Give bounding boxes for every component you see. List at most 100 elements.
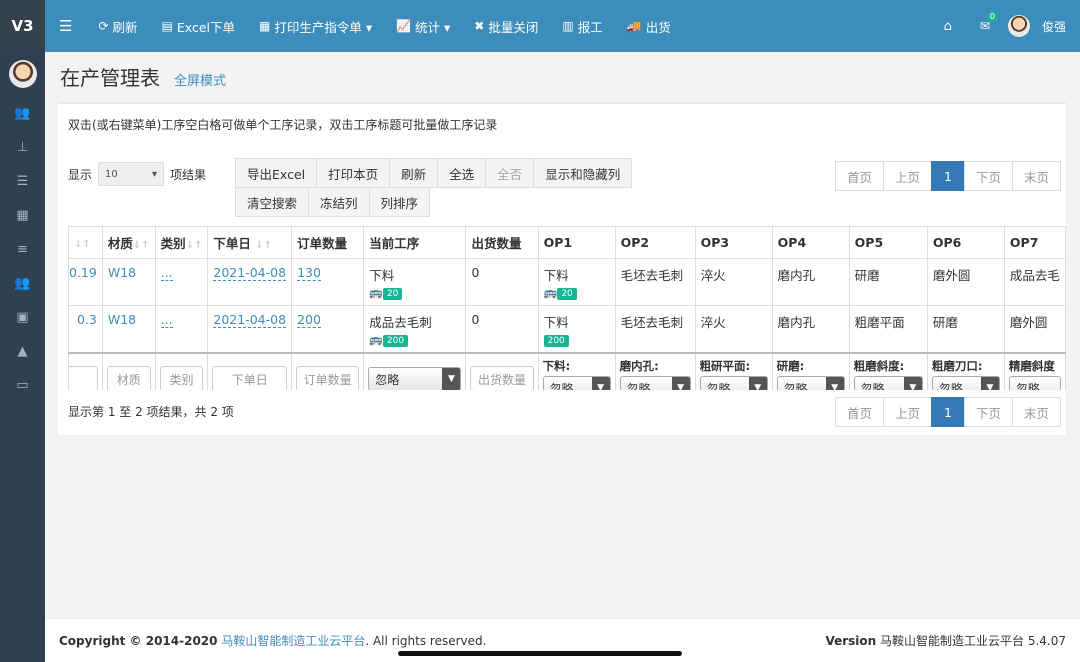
col-header-category[interactable]: 类别↓↑ xyxy=(154,226,209,259)
cell-op6[interactable]: 磨外圆 xyxy=(926,258,1005,306)
select-none-button[interactable]: 全否 xyxy=(485,158,535,188)
cell-op5[interactable]: 研磨 xyxy=(848,258,928,306)
user-avatar[interactable] xyxy=(1007,15,1030,37)
cell-op3[interactable]: 淬火 xyxy=(694,305,773,354)
print-order-dropdown[interactable]: ▦ 打印生产指令单 ▾ xyxy=(247,17,384,36)
cell-order-date[interactable]: 2021-04-08 xyxy=(207,305,293,354)
fullscreen-link[interactable]: 全屏模式 xyxy=(174,70,226,89)
filter-material-input[interactable]: 材质 xyxy=(106,366,151,390)
col-header-order-date[interactable]: 下单日 ↓↑ xyxy=(207,226,293,259)
sitemap-icon[interactable]: ⊥ xyxy=(0,130,45,164)
statistics-dropdown[interactable]: 📈 统计 ▾ xyxy=(384,17,462,36)
cell-op6[interactable]: 研磨 xyxy=(926,305,1005,354)
current-page-button[interactable]: 1 xyxy=(931,397,965,427)
col-header-shipped-qty[interactable]: 出货数量 xyxy=(465,226,539,259)
chart-icon[interactable]: ▲ xyxy=(0,334,45,368)
next-page-button[interactable]: 下页 xyxy=(963,397,1013,427)
filter-op4-select[interactable]: 忽略 ▼ xyxy=(776,376,845,390)
col-header-op1[interactable]: OP1 xyxy=(537,226,616,259)
cell-category[interactable]: ... xyxy=(154,258,209,306)
reload-button[interactable]: 刷新 xyxy=(389,158,439,188)
filter-op5-select[interactable]: 忽略 ▼ xyxy=(853,376,923,390)
filter-op2-select[interactable]: 忽略 ▼ xyxy=(619,376,691,390)
prev-page-button[interactable]: 上页 xyxy=(883,397,933,427)
cell-order-date[interactable]: 2021-04-08 xyxy=(207,258,293,306)
cell-op7[interactable]: 磨外圆 xyxy=(1003,305,1066,354)
col-header-op5[interactable]: OP5 xyxy=(848,226,928,259)
filter-date-input[interactable]: 下单日 xyxy=(212,366,288,390)
cell-current-process[interactable]: 下料 🚌 20 xyxy=(363,258,467,306)
batch-close-button[interactable]: ✖ 批量关闭 xyxy=(462,17,550,36)
cell-op2[interactable]: 毛坯去毛刺 xyxy=(614,305,696,354)
excel-order-button[interactable]: ▤ Excel下单 xyxy=(150,17,247,36)
filter-op3-select[interactable]: 忽略 ▼ xyxy=(699,376,768,390)
cell-op5[interactable]: 粗磨平面 xyxy=(848,305,928,354)
cell-op2[interactable]: 毛坯去毛刺 xyxy=(614,258,696,306)
select-all-button[interactable]: 全选 xyxy=(437,158,487,188)
users-icon[interactable]: 👥 xyxy=(0,96,45,130)
col-header-current-process[interactable]: 当前工序 xyxy=(363,226,467,259)
current-page-button[interactable]: 1 xyxy=(931,161,965,191)
prev-page-button[interactable]: 上页 xyxy=(883,161,933,191)
filter-qty-input[interactable]: 订单数量 xyxy=(296,366,360,390)
list-icon[interactable]: ≡ xyxy=(0,232,45,266)
calendar-icon[interactable]: ▣ xyxy=(0,300,45,334)
user-name[interactable]: 俊强 xyxy=(1042,18,1066,35)
cell-id[interactable]: 0.3 xyxy=(68,305,103,354)
cell-material[interactable]: W18 xyxy=(101,305,156,354)
col-header-id[interactable]: ↓↑ xyxy=(68,226,103,259)
cell-id[interactable]: 0.19 xyxy=(68,258,103,306)
cell-category[interactable]: ... xyxy=(154,305,209,354)
mail-icon[interactable]: ✉ 0 xyxy=(968,12,1002,33)
filter-id-input[interactable] xyxy=(69,366,98,390)
table-row[interactable]: 0.19 W18 ... 2021-04-08 130 下料 🚌 20 0 下料 🚌 2… xyxy=(68,258,1066,306)
sidebar-avatar[interactable] xyxy=(8,60,37,88)
filter-current-select[interactable]: 忽略 ▼ xyxy=(368,367,462,390)
print-page-button[interactable]: 打印本页 xyxy=(316,158,391,188)
cell-op4[interactable]: 磨内孔 xyxy=(771,305,850,354)
cell-op4[interactable]: 磨内孔 xyxy=(771,258,850,306)
group-icon[interactable]: 👥 xyxy=(0,266,45,300)
col-header-op6[interactable]: OP6 xyxy=(926,226,1005,259)
cell-order-qty[interactable]: 130 xyxy=(291,258,365,306)
page-length-select[interactable]: 10 ▾ xyxy=(98,162,165,186)
first-page-button[interactable]: 首页 xyxy=(835,397,885,427)
table-row[interactable]: 0.3 W18 ... 2021-04-08 200 成品去毛刺 🚌 200 0 下… xyxy=(68,305,1066,354)
freeze-columns-button[interactable]: 冻结列 xyxy=(308,187,370,217)
filter-op6-select[interactable]: 忽略 ▼ xyxy=(931,376,1000,390)
monitor-icon[interactable]: ▭ xyxy=(0,368,45,402)
column-order-button[interactable]: 列排序 xyxy=(368,187,431,217)
menu-toggle-icon[interactable]: ☰ xyxy=(45,17,86,35)
last-page-button[interactable]: 末页 xyxy=(1012,161,1062,191)
refresh-button[interactable]: ⟳ 刷新 xyxy=(86,17,149,36)
qrcode-icon[interactable]: ▦ xyxy=(0,198,45,232)
col-header-op7[interactable]: OP7 xyxy=(1003,226,1066,259)
cell-material[interactable]: W18 xyxy=(101,258,156,306)
app-logo[interactable]: V3 xyxy=(0,0,45,52)
shipment-button[interactable]: 🚚 出货 xyxy=(615,17,683,36)
report-work-button[interactable]: ▥ 报工 xyxy=(550,17,614,36)
home-icon[interactable]: ⌂ xyxy=(934,19,962,34)
next-page-button[interactable]: 下页 xyxy=(963,161,1013,191)
filter-op1-select[interactable]: 忽略 ▼ xyxy=(542,376,611,390)
col-header-op2[interactable]: OP2 xyxy=(614,226,696,259)
col-header-order-qty[interactable]: 订单数量 xyxy=(291,226,365,259)
col-header-op4[interactable]: OP4 xyxy=(771,226,850,259)
database-icon[interactable]: ☰ xyxy=(0,164,45,198)
cell-op7[interactable]: 成品去毛 xyxy=(1003,258,1066,306)
cell-op3[interactable]: 淬火 xyxy=(694,258,773,306)
cell-op1[interactable]: 下料 🚌 20 xyxy=(537,258,616,306)
cell-op1[interactable]: 下料 200 xyxy=(537,305,616,354)
filter-shipped-input[interactable]: 出货数量 xyxy=(470,366,534,390)
cell-order-qty[interactable]: 200 xyxy=(291,305,365,354)
company-link[interactable]: 马鞍山智能制造工业云平台 xyxy=(221,634,365,648)
last-page-button[interactable]: 末页 xyxy=(1012,397,1062,427)
cell-shipped-qty[interactable]: 0 xyxy=(465,258,539,306)
clear-search-button[interactable]: 清空搜索 xyxy=(235,187,310,217)
col-header-op3[interactable]: OP3 xyxy=(694,226,773,259)
first-page-button[interactable]: 首页 xyxy=(835,161,885,191)
cell-shipped-qty[interactable]: 0 xyxy=(465,305,539,354)
filter-op7-select[interactable]: 忽略 xyxy=(1008,376,1061,390)
export-excel-button[interactable]: 导出Excel xyxy=(235,158,318,188)
filter-category-input[interactable]: 类别 xyxy=(159,366,204,390)
